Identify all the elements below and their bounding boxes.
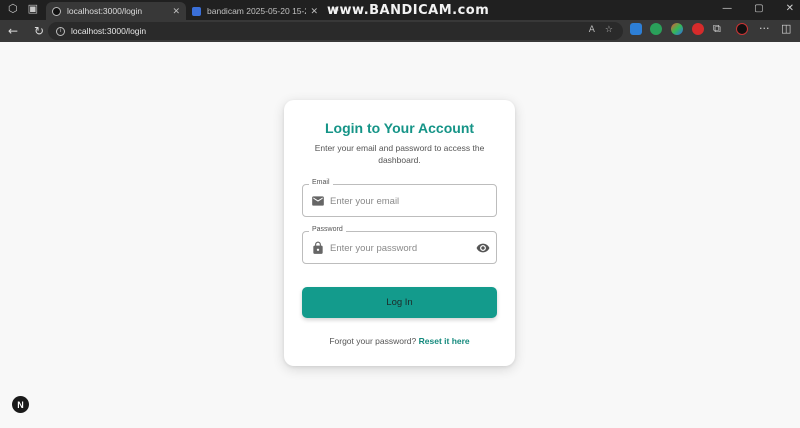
mail-icon [312,196,324,206]
bandicam-favicon-icon [192,6,202,16]
sidebar-icon[interactable]: ◫ [781,22,791,35]
forgot-password-text: Forgot your password? [329,336,417,346]
read-aloud-icon[interactable]: A [589,25,595,35]
address-url: localhost:3000/login [71,26,147,36]
login-button[interactable]: Log In [302,287,497,318]
password-label: Password [309,226,346,233]
window-controls: — ▢ ✕ [722,3,794,14]
login-card: Login to Your Account Enter your email a… [284,100,515,366]
nextjs-dev-badge[interactable]: N [12,396,29,413]
workspaces-icon[interactable]: ⬡ [8,2,18,15]
forgot-password-row: Forgot your password? Reset it here [284,336,515,346]
more-menu-icon[interactable]: ··· [759,22,770,35]
email-input[interactable]: Enter your email [330,196,399,207]
favorite-star-icon[interactable]: ☆ [605,25,613,35]
extension-2-icon[interactable] [650,23,662,35]
site-info-icon[interactable]: i [56,26,65,36]
close-tab-icon[interactable]: ✕ [310,6,318,17]
recording-watermark: www.BANDICAM.com [327,3,490,18]
login-title: Login to Your Account [324,120,475,136]
tab-actions-icon[interactable]: ▣ [28,2,38,15]
tab-label: bandicam 2025-05-20 15-22-33-5 [207,6,306,16]
tab-bandicam[interactable]: bandicam 2025-05-20 15-22-33-5 ✕ [186,2,324,20]
email-label: Email [309,179,333,186]
site-favicon-icon [52,6,62,16]
eye-icon[interactable] [476,241,490,255]
tab-label: localhost:3000/login [67,6,143,16]
minimize-button[interactable]: — [722,3,732,14]
lock-icon [313,241,323,254]
reset-password-link[interactable]: Reset it here [419,336,470,346]
tab-login[interactable]: localhost:3000/login ✕ [46,2,187,20]
password-field[interactable]: Password Enter your password [302,226,497,264]
login-subtitle: Enter your email and password to access … [314,143,485,165]
maximize-button[interactable]: ▢ [754,3,763,14]
window-icons: ⬡ ▣ [0,0,44,20]
page-viewport: Login to Your Account Enter your email a… [0,42,800,428]
profile-avatar[interactable] [736,23,748,35]
email-field[interactable]: Email Enter your email [302,179,497,217]
extension-1-icon[interactable] [630,23,642,35]
close-window-button[interactable]: ✕ [786,3,794,14]
address-bar[interactable]: i localhost:3000/login A ☆ [48,22,623,40]
extensions-icon[interactable]: ⧉ [713,22,721,36]
extension-3-icon[interactable] [671,23,683,35]
back-button[interactable]: ← [0,24,26,38]
close-tab-icon[interactable]: ✕ [172,6,180,17]
password-input[interactable]: Enter your password [330,243,417,254]
extension-4-icon[interactable] [692,23,704,35]
browser-toolbar: ← ↻ i localhost:3000/login A ☆ ⧉ ··· ◫ [0,20,800,42]
